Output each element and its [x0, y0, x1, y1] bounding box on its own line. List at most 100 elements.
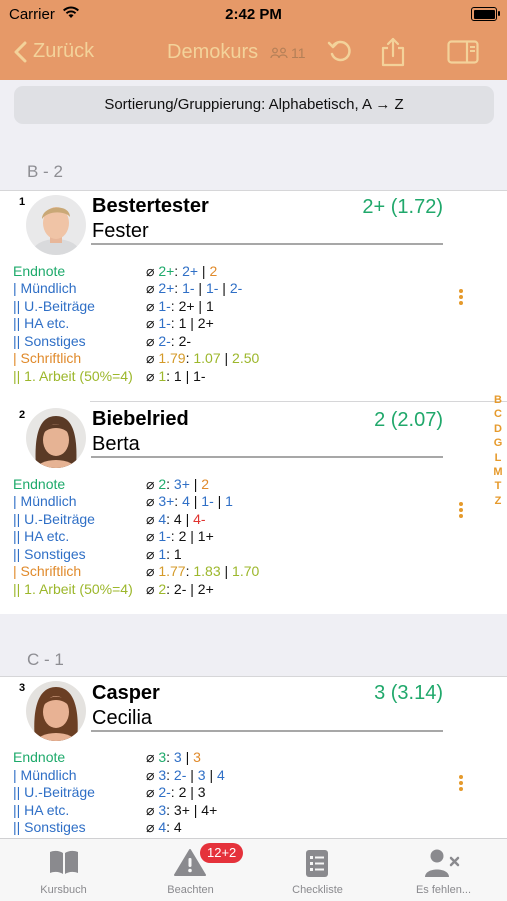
grade-value: 4: [217, 767, 225, 783]
undo-icon[interactable]: [326, 37, 354, 65]
avatar[interactable]: [26, 195, 86, 255]
more-options-icon[interactable]: [456, 773, 466, 793]
grade-value: 1-: [201, 493, 214, 509]
label-beitraege: || U.-Beiträge: [13, 298, 95, 314]
name-underline: [91, 456, 443, 458]
avg-symbol: ⌀: [146, 493, 155, 509]
value-muendlich: ⌀ 2+: 1- | 1- | 2-: [146, 280, 243, 296]
back-button[interactable]: Zurück: [14, 40, 94, 63]
grade-value: 2-: [173, 767, 187, 783]
label-sonstiges: || Sonstiges: [13, 333, 86, 349]
grade-value: 4+: [201, 802, 218, 818]
value-endnote: ⌀ 2+: 2+ | 2: [146, 263, 218, 279]
index-letter[interactable]: T: [492, 479, 504, 493]
avg-symbol: ⌀: [146, 802, 155, 818]
avg-value: 1: [158, 546, 167, 562]
label-muendlich: | Mündlich: [13, 767, 77, 783]
avg-value: 1.77: [158, 563, 186, 579]
label-sonstiges: || Sonstiges: [13, 819, 86, 835]
value-schriftlich: ⌀ 1.77: 1.83 | 1.70: [146, 563, 260, 579]
value-sonstiges: ⌀ 2-: 2-: [146, 333, 191, 350]
avg-value: 1: [158, 368, 167, 384]
index-letter[interactable]: G: [492, 436, 504, 450]
separator: :: [166, 368, 171, 384]
alphabet-index[interactable]: B C D G L M T Z: [492, 393, 504, 508]
separator: :: [166, 511, 171, 527]
separator: :: [185, 350, 190, 366]
index-letter[interactable]: C: [492, 407, 504, 421]
row-number: 2: [19, 409, 26, 421]
grade-value: 3: [193, 749, 201, 765]
index-letter[interactable]: M: [492, 465, 504, 479]
student-last-name: Bestertester: [92, 195, 209, 217]
avatar-photo: [26, 681, 86, 741]
tab-es-fehlen[interactable]: Es fehlen...: [380, 839, 507, 901]
avg-symbol: ⌀: [146, 476, 155, 492]
separator: :: [166, 476, 171, 492]
tab-kursbuch[interactable]: Kursbuch: [0, 839, 127, 901]
row-number: 3: [19, 682, 26, 694]
section-label: C - 1: [27, 650, 64, 669]
student-count: 11: [270, 45, 306, 61]
more-options-icon[interactable]: [456, 500, 466, 520]
tab-label: Kursbuch: [40, 884, 87, 896]
avg-symbol: ⌀: [146, 350, 155, 366]
more-options-icon[interactable]: [456, 287, 466, 307]
label-muendlich: | Mündlich: [13, 493, 77, 509]
avatar[interactable]: [26, 681, 86, 741]
checklist-icon: [306, 850, 328, 877]
sidebar-icon[interactable]: [447, 40, 479, 64]
student-final-grade: 2+ (1.72): [362, 196, 443, 218]
separator: :: [170, 315, 175, 331]
index-letter[interactable]: D: [492, 422, 504, 436]
index-letter[interactable]: Z: [492, 494, 504, 508]
grade-value: 2: [178, 784, 187, 800]
avatar-photo: [26, 195, 86, 255]
value-sonstiges: ⌀ 4: 4: [146, 819, 182, 836]
label-arbeit: || 1. Arbeit (50%=4): [13, 368, 133, 384]
avg-value: 3: [158, 749, 167, 765]
value-sonstiges: ⌀ 1: 1: [146, 546, 182, 563]
index-letter[interactable]: B: [492, 393, 504, 407]
separator: :: [170, 784, 175, 800]
book-icon: [50, 850, 78, 874]
grade-value: 3: [173, 749, 182, 765]
grade-value: 2-: [229, 280, 243, 296]
avg-value: 3: [158, 802, 167, 818]
separator: :: [166, 749, 171, 765]
label-sonstiges: || Sonstiges: [13, 546, 86, 562]
student-final-grade: 3 (3.14): [374, 682, 443, 704]
avg-symbol: ⌀: [146, 546, 155, 562]
share-icon[interactable]: [380, 37, 406, 67]
separator: :: [170, 298, 175, 314]
clock: 2:42 PM: [225, 6, 282, 23]
avatar[interactable]: [26, 408, 86, 468]
tab-checkliste[interactable]: Checkliste: [254, 839, 381, 901]
value-ha: ⌀ 1-: 2 | 1+: [146, 528, 214, 544]
avg-symbol: ⌀: [146, 819, 155, 835]
tab-label: Beachten: [167, 884, 214, 896]
grade-value: 1: [225, 493, 233, 509]
grade-value: 2: [201, 476, 210, 492]
value-arbeit: ⌀ 1: 1 | 1-: [146, 368, 206, 384]
grade-value: 3+: [173, 476, 190, 492]
status-bar: Carrier 2:42 PM: [0, 0, 507, 30]
student-first-name: Cecilia: [92, 707, 153, 729]
grade-value: 1-: [193, 368, 206, 384]
index-letter[interactable]: L: [492, 451, 504, 465]
grade-value: 2+: [197, 581, 214, 597]
grade-value: 2+: [182, 263, 199, 279]
avg-symbol: ⌀: [146, 333, 155, 349]
grade-value: 3: [197, 784, 206, 800]
avg-value: 2+: [158, 280, 175, 296]
tab-bar: Kursbuch Beachten Checkliste Es fehlen..…: [0, 838, 507, 901]
separator: :: [170, 528, 175, 544]
value-endnote: ⌀ 2: 3+ | 2: [146, 476, 210, 492]
value-arbeit: ⌀ 2: 2- | 2+: [146, 581, 214, 597]
sort-grouping-button[interactable]: Sortierung/Gruppierung: Alphabetisch, A …: [14, 86, 494, 124]
label-endnote: Endnote: [13, 263, 66, 279]
avg-value: 2-: [158, 333, 171, 349]
label-ha: || HA etc.: [13, 528, 70, 544]
notification-badge: 12+2: [200, 843, 244, 863]
course-title[interactable]: Demokurs: [167, 41, 258, 64]
